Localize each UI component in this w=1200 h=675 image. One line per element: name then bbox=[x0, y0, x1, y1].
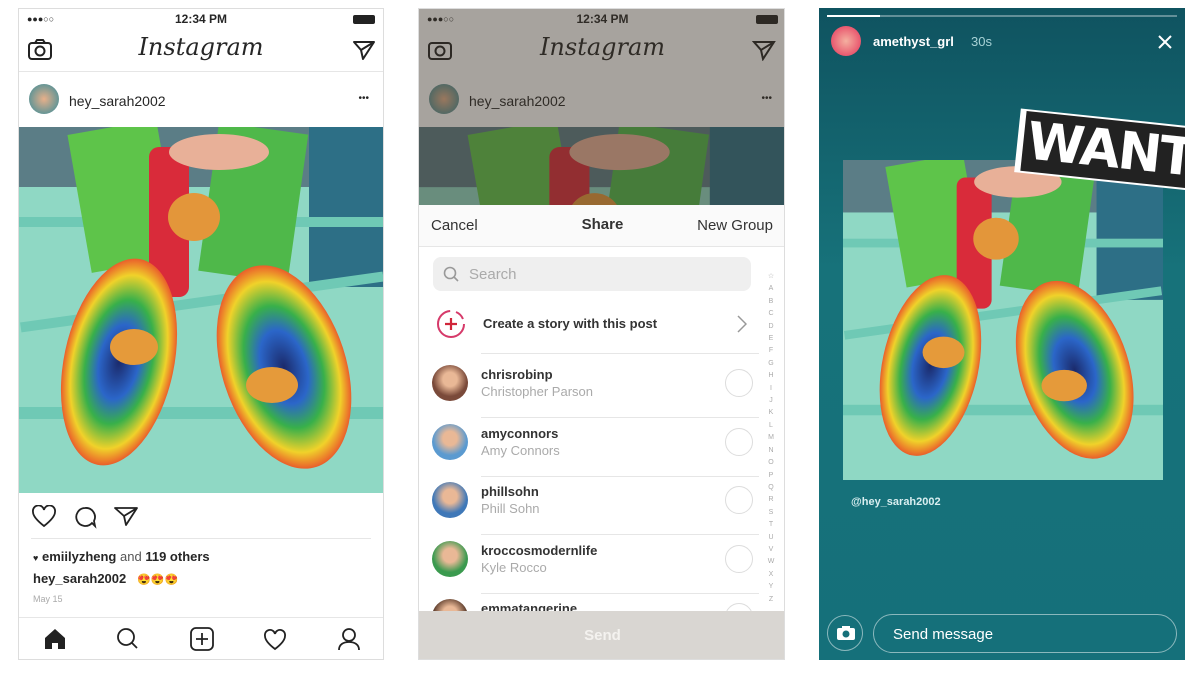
search-icon bbox=[117, 628, 135, 646]
caption-username[interactable]: hey_sarah2002 bbox=[33, 571, 126, 586]
select-contact-checkbox[interactable] bbox=[725, 369, 753, 397]
index-letter[interactable]: J bbox=[764, 395, 778, 407]
avatar[interactable] bbox=[831, 26, 861, 56]
create-story-row[interactable]: Create a story with this post bbox=[419, 302, 759, 346]
select-contact-checkbox[interactable] bbox=[725, 544, 753, 573]
likes-count[interactable]: 119 others bbox=[145, 549, 209, 564]
index-letter[interactable]: T bbox=[764, 519, 778, 531]
post-date: May 15 bbox=[33, 594, 63, 604]
share-screen: ●●●○○ 12:34 PM Instagram hey_sarah2002 ••… bbox=[418, 8, 785, 660]
index-letter[interactable]: K bbox=[764, 407, 778, 419]
contact-avatar bbox=[432, 482, 468, 518]
chevron-right-icon bbox=[737, 315, 747, 333]
index-letter[interactable]: E bbox=[764, 333, 778, 345]
story-username[interactable]: amethyst_grl bbox=[873, 34, 954, 49]
post-actions bbox=[32, 505, 138, 529]
index-letter[interactable]: N bbox=[764, 445, 778, 457]
index-letter[interactable]: G bbox=[764, 358, 778, 370]
status-bar: ●●●○○ 12:34 PM bbox=[19, 9, 383, 29]
contact-avatar bbox=[432, 540, 468, 577]
contact-row[interactable]: kroccosmodernlife Kyle Rocco bbox=[419, 537, 759, 595]
index-letter[interactable]: X bbox=[764, 569, 778, 581]
close-icon[interactable] bbox=[1157, 34, 1173, 50]
index-letter[interactable]: A bbox=[764, 283, 778, 295]
contact-username: amyconnors bbox=[481, 425, 559, 441]
profile-icon bbox=[342, 628, 356, 642]
contact-name: Christopher Parson bbox=[481, 384, 593, 399]
app-logo: Instagram bbox=[138, 33, 264, 61]
post-photo[interactable] bbox=[19, 127, 384, 493]
avatar[interactable] bbox=[29, 84, 59, 114]
index-letter[interactable]: ☆ bbox=[764, 271, 778, 283]
dim-overlay[interactable] bbox=[419, 9, 784, 205]
contact-name: Amy Connors bbox=[481, 442, 560, 458]
search-icon bbox=[443, 266, 459, 282]
select-contact-checkbox[interactable] bbox=[725, 427, 753, 456]
index-letter[interactable]: F bbox=[764, 345, 778, 357]
index-letter[interactable]: H bbox=[764, 370, 778, 382]
camera-icon bbox=[837, 626, 855, 640]
camera-button[interactable] bbox=[827, 615, 863, 651]
contact-username: kroccosmodernlife bbox=[481, 542, 598, 558]
shared-post-photo[interactable] bbox=[843, 160, 1163, 480]
index-letter[interactable]: Y bbox=[764, 581, 778, 593]
send-message-placeholder: Send message bbox=[893, 626, 994, 643]
mention-tag[interactable]: @hey_sarah2002 bbox=[851, 496, 941, 508]
index-letter[interactable]: Z bbox=[764, 594, 778, 606]
send-button[interactable]: Send bbox=[419, 611, 784, 659]
status-time: 12:34 PM bbox=[174, 12, 228, 26]
share-icon bbox=[114, 507, 138, 526]
send-message-input[interactable]: Send message bbox=[873, 614, 1177, 653]
bottom-nav bbox=[45, 627, 360, 651]
dimmed-feed: ●●●○○ 12:34 PM Instagram hey_sarah2002 ••… bbox=[419, 9, 784, 205]
heart-icon bbox=[264, 629, 286, 651]
signal-indicator: ●●●○○ bbox=[27, 14, 55, 24]
index-letter[interactable]: I bbox=[764, 383, 778, 395]
caption: hey_sarah2002 😍😍😍 bbox=[33, 571, 179, 586]
liker-username[interactable]: emiilyzheng bbox=[42, 549, 116, 564]
contact-row[interactable]: chrisrobinp Christopher Parson bbox=[419, 361, 759, 419]
contact-name: Kyle Rocco bbox=[481, 559, 547, 575]
story-time: 30s bbox=[971, 34, 992, 49]
contact-avatar bbox=[432, 423, 468, 460]
contact-username: chrisrobinp bbox=[481, 367, 553, 382]
select-contact-checkbox[interactable] bbox=[725, 486, 753, 514]
feed-screen: ●●●○○ 12:34 PM Instagram hey_sarah2002 •… bbox=[18, 8, 384, 660]
home-icon bbox=[45, 629, 65, 649]
more-options-icon[interactable]: ••• bbox=[358, 93, 369, 104]
story-screen: amethyst_grl 30s WANT @hey_sarah2002 Sen… bbox=[819, 8, 1185, 660]
contact-username: phillsohn bbox=[481, 484, 539, 499]
alphabet-index[interactable]: ☆ A B C D E F G H I J K L M N O P Q R S T U V W X Y Z bbox=[764, 271, 778, 606]
story-progress-bar bbox=[827, 15, 1177, 17]
contact-avatar bbox=[432, 365, 468, 401]
contact-row[interactable]: amyconnors Amy Connors bbox=[419, 420, 759, 478]
index-letter[interactable]: U bbox=[764, 532, 778, 544]
index-letter[interactable]: R bbox=[764, 494, 778, 506]
search-placeholder: Search bbox=[469, 266, 517, 283]
index-letter[interactable]: M bbox=[764, 432, 778, 444]
post-username[interactable]: hey_sarah2002 bbox=[69, 93, 166, 109]
share-header: Cancel Share New Group bbox=[419, 205, 784, 247]
likes-line: ♥ emiilyzheng and 119 others bbox=[33, 549, 210, 564]
contact-row[interactable]: phillsohn Phill Sohn bbox=[419, 478, 759, 536]
contact-name: Phill Sohn bbox=[481, 501, 540, 516]
like-icon bbox=[32, 505, 56, 528]
direct-message-icon[interactable] bbox=[352, 39, 376, 61]
index-letter[interactable]: O bbox=[764, 457, 778, 469]
index-letter[interactable]: P bbox=[764, 470, 778, 482]
index-letter[interactable]: Q bbox=[764, 482, 778, 494]
index-letter[interactable]: D bbox=[764, 321, 778, 333]
comment-icon bbox=[75, 507, 97, 529]
index-letter[interactable]: B bbox=[764, 296, 778, 308]
index-letter[interactable]: L bbox=[764, 420, 778, 432]
index-letter[interactable]: W bbox=[764, 556, 778, 568]
new-group-button[interactable]: New Group bbox=[697, 217, 773, 234]
index-letter[interactable]: V bbox=[764, 544, 778, 556]
create-story-label: Create a story with this post bbox=[483, 316, 658, 331]
index-letter[interactable]: S bbox=[764, 507, 778, 519]
add-story-icon bbox=[437, 310, 465, 338]
index-letter[interactable]: C bbox=[764, 308, 778, 320]
battery-icon bbox=[353, 15, 375, 24]
search-input[interactable]: Search bbox=[433, 257, 751, 291]
